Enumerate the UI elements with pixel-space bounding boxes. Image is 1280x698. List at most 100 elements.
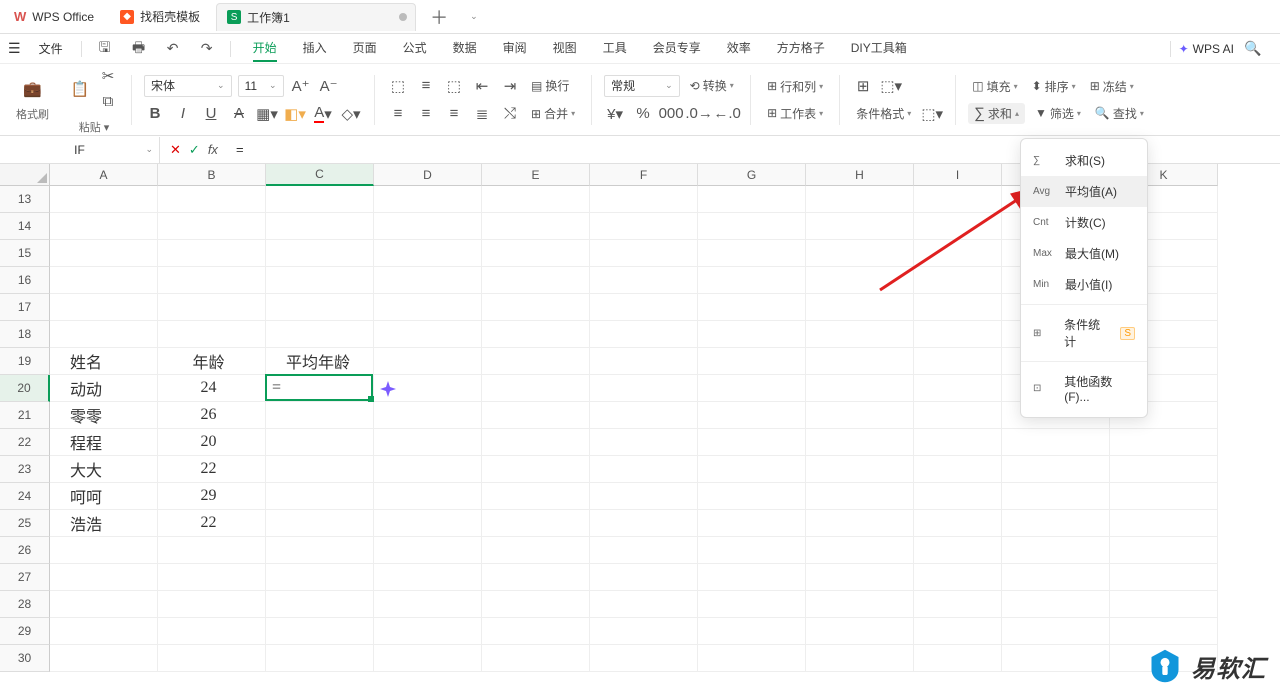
indent-dec-icon[interactable]: ⇤ bbox=[471, 75, 493, 97]
cell-J26[interactable] bbox=[1002, 537, 1110, 564]
align-top-icon[interactable]: ⬚ bbox=[387, 75, 409, 97]
row-header-27[interactable]: 27 bbox=[0, 564, 50, 591]
cell-A23[interactable]: 大大 bbox=[50, 456, 158, 483]
dec-inc-icon[interactable]: .0→ bbox=[688, 103, 710, 125]
cell-D24[interactable] bbox=[374, 483, 482, 510]
cell-A24[interactable]: 呵呵 bbox=[50, 483, 158, 510]
cell-D21[interactable] bbox=[374, 402, 482, 429]
cell-F30[interactable] bbox=[590, 645, 698, 672]
cell-C25[interactable] bbox=[266, 510, 374, 537]
cell-K29[interactable] bbox=[1110, 618, 1218, 645]
col-header-C[interactable]: C bbox=[266, 164, 374, 186]
col-header-I[interactable]: I bbox=[914, 164, 1002, 186]
cell-F22[interactable] bbox=[590, 429, 698, 456]
align-bot-icon[interactable]: ⬚ bbox=[443, 75, 465, 97]
cell-I24[interactable] bbox=[914, 483, 1002, 510]
cell-I29[interactable] bbox=[914, 618, 1002, 645]
freeze-button[interactable]: ⊞ 冻结 ▾ bbox=[1086, 76, 1138, 97]
col-header-B[interactable]: B bbox=[158, 164, 266, 186]
cell-H22[interactable] bbox=[806, 429, 914, 456]
cell-C19[interactable]: 平均年龄 bbox=[266, 348, 374, 375]
dd-max[interactable]: Max最大值(M) bbox=[1021, 238, 1147, 269]
hamburger-icon[interactable]: ☰ bbox=[6, 40, 23, 57]
cell-E19[interactable] bbox=[482, 348, 590, 375]
currency-icon[interactable]: ¥▾ bbox=[604, 103, 626, 125]
find-button[interactable]: 🔍 查找 ▾ bbox=[1091, 103, 1148, 124]
cell-D23[interactable] bbox=[374, 456, 482, 483]
cell-B23[interactable]: 22 bbox=[158, 456, 266, 483]
menu-tab-review[interactable]: 审阅 bbox=[503, 35, 527, 62]
cell-J25[interactable] bbox=[1002, 510, 1110, 537]
col-header-A[interactable]: A bbox=[50, 164, 158, 186]
cell-D28[interactable] bbox=[374, 591, 482, 618]
cell-C24[interactable] bbox=[266, 483, 374, 510]
convert-button[interactable]: ⟲ 转换 ▾ bbox=[686, 75, 738, 96]
cell-I19[interactable] bbox=[914, 348, 1002, 375]
cell-B13[interactable] bbox=[158, 186, 266, 213]
cell-A26[interactable] bbox=[50, 537, 158, 564]
cell-A13[interactable] bbox=[50, 186, 158, 213]
italic-icon[interactable]: I bbox=[172, 103, 194, 125]
cell-D16[interactable] bbox=[374, 267, 482, 294]
cell-G27[interactable] bbox=[698, 564, 806, 591]
qa-undo-icon[interactable]: ↶ bbox=[160, 38, 186, 60]
cell-C14[interactable] bbox=[266, 213, 374, 240]
cell-H21[interactable] bbox=[806, 402, 914, 429]
menu-tab-view[interactable]: 视图 bbox=[553, 35, 577, 62]
cond-format-button[interactable]: 条件格式 ▾ bbox=[852, 103, 915, 124]
cell-J27[interactable] bbox=[1002, 564, 1110, 591]
cell-C23[interactable] bbox=[266, 456, 374, 483]
cell-H29[interactable] bbox=[806, 618, 914, 645]
cell-J30[interactable] bbox=[1002, 645, 1110, 672]
cell-A15[interactable] bbox=[50, 240, 158, 267]
cell-C15[interactable] bbox=[266, 240, 374, 267]
cell-D18[interactable] bbox=[374, 321, 482, 348]
cell-A20[interactable]: 动动 bbox=[50, 375, 158, 402]
col-header-E[interactable]: E bbox=[482, 164, 590, 186]
cell-E20[interactable] bbox=[482, 375, 590, 402]
align-mid-icon[interactable]: ≡ bbox=[415, 75, 437, 97]
cell-F18[interactable] bbox=[590, 321, 698, 348]
cell-G20[interactable] bbox=[698, 375, 806, 402]
row-header-29[interactable]: 29 bbox=[0, 618, 50, 645]
qa-save-icon[interactable]: 🖫 bbox=[92, 38, 118, 60]
row-header-21[interactable]: 21 bbox=[0, 402, 50, 429]
cell-H25[interactable] bbox=[806, 510, 914, 537]
format-brush-icon[interactable]: 💼 bbox=[22, 78, 44, 100]
cell-D25[interactable] bbox=[374, 510, 482, 537]
menu-tab-ffgz[interactable]: 方方格子 bbox=[777, 35, 825, 62]
search-icon[interactable]: 🔍 bbox=[1240, 38, 1266, 60]
cell-G16[interactable] bbox=[698, 267, 806, 294]
cell-F21[interactable] bbox=[590, 402, 698, 429]
paste-icon[interactable]: 📋 bbox=[69, 78, 91, 100]
cell-E30[interactable] bbox=[482, 645, 590, 672]
cell-E18[interactable] bbox=[482, 321, 590, 348]
comma-icon[interactable]: 000 bbox=[660, 103, 682, 125]
dd-min[interactable]: Min最小值(I) bbox=[1021, 269, 1147, 300]
cell-G17[interactable] bbox=[698, 294, 806, 321]
fill-color-icon[interactable]: ◧▾ bbox=[284, 103, 306, 125]
cell-E16[interactable] bbox=[482, 267, 590, 294]
cell-F24[interactable] bbox=[590, 483, 698, 510]
cell-I22[interactable] bbox=[914, 429, 1002, 456]
cell-I15[interactable] bbox=[914, 240, 1002, 267]
cell-B20[interactable]: 24 bbox=[158, 375, 266, 402]
cell-I17[interactable] bbox=[914, 294, 1002, 321]
align-just-icon[interactable]: ≣ bbox=[471, 103, 493, 125]
cell-I13[interactable] bbox=[914, 186, 1002, 213]
number-format-select[interactable]: 常规⌄ bbox=[604, 75, 680, 97]
copy-icon[interactable]: ⧉ bbox=[97, 91, 119, 113]
border-icon[interactable]: ▦▾ bbox=[256, 103, 278, 125]
cell-D27[interactable] bbox=[374, 564, 482, 591]
dd-sum[interactable]: ∑求和(S) bbox=[1021, 145, 1147, 176]
cell-C30[interactable] bbox=[266, 645, 374, 672]
cell-B19[interactable]: 年龄 bbox=[158, 348, 266, 375]
dd-cond-stat[interactable]: ⊞条件统计S bbox=[1021, 309, 1147, 357]
cell-K25[interactable] bbox=[1110, 510, 1218, 537]
cell-E25[interactable] bbox=[482, 510, 590, 537]
cell-H13[interactable] bbox=[806, 186, 914, 213]
align-right-icon[interactable]: ≡ bbox=[443, 103, 465, 125]
cell-A17[interactable] bbox=[50, 294, 158, 321]
cell-A14[interactable] bbox=[50, 213, 158, 240]
align-center-icon[interactable]: ≡ bbox=[415, 103, 437, 125]
